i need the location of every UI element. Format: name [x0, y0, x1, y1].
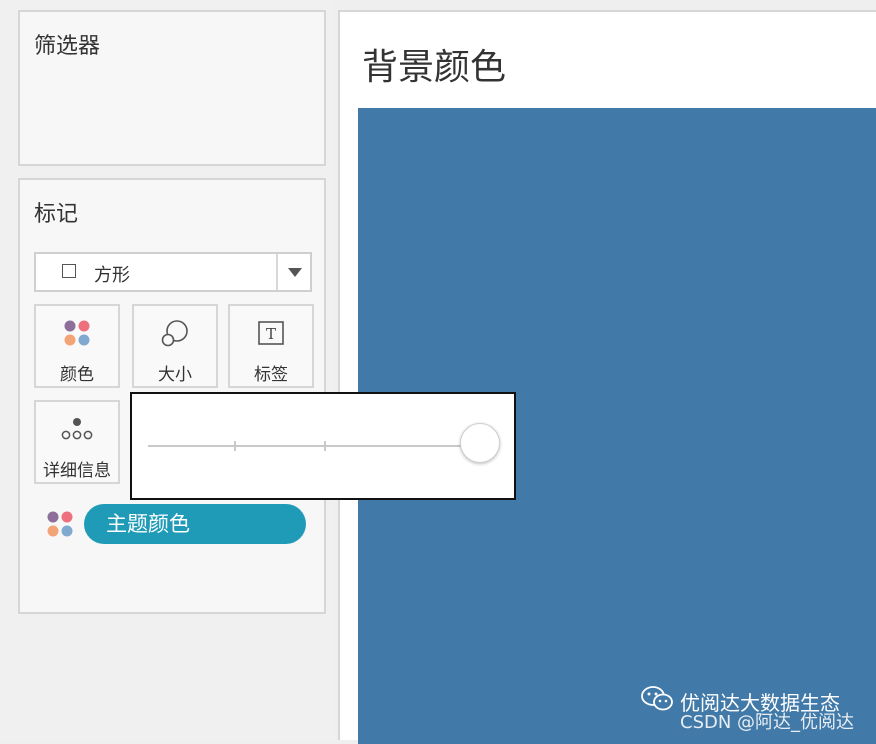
- wechat-icon: [640, 684, 674, 719]
- label-button-label: 标签: [254, 365, 288, 385]
- theme-color-pill[interactable]: 主题颜色: [84, 504, 306, 544]
- color-button-label: 颜色: [60, 365, 94, 385]
- detail-button[interactable]: 详细信息: [34, 400, 120, 484]
- svg-text:T: T: [266, 325, 276, 343]
- watermark-sub-text: CSDN @阿达_优阅达: [680, 712, 855, 733]
- worksheet-view: 背景颜色: [338, 10, 876, 744]
- color-dots-icon: [36, 318, 118, 348]
- filters-card[interactable]: 筛选器: [18, 10, 326, 166]
- detail-dots-icon: [36, 414, 118, 444]
- detail-button-label: 详细信息: [43, 461, 111, 481]
- marks-title: 标记: [34, 202, 79, 227]
- filters-title: 筛选器: [34, 34, 101, 59]
- color-button[interactable]: 颜色: [34, 304, 120, 388]
- color-field-row: 主题颜色: [46, 504, 310, 544]
- square-icon: [62, 264, 76, 278]
- size-slider-thumb[interactable]: [460, 423, 500, 463]
- slider-tick: [324, 441, 326, 451]
- left-shelf-panel: 筛选器 标记 方形 颜色 大小 T 标签 详细信息 主题颜色: [0, 0, 334, 740]
- size-slider-popup: [130, 392, 516, 500]
- size-button[interactable]: 大小: [132, 304, 218, 388]
- size-slider-track[interactable]: [148, 445, 468, 447]
- text-label-icon: T: [230, 318, 312, 348]
- sheet-title: 背景颜色: [362, 47, 507, 88]
- chevron-down-icon[interactable]: [288, 268, 302, 277]
- slider-tick: [234, 441, 236, 451]
- label-button[interactable]: T 标签: [228, 304, 314, 388]
- color-dots-icon: [46, 510, 74, 542]
- dropdown-divider: [276, 254, 278, 290]
- mark-type-dropdown[interactable]: 方形: [34, 252, 312, 292]
- mark-type-label: 方形: [94, 265, 130, 286]
- size-circles-icon: [134, 318, 216, 348]
- size-button-label: 大小: [158, 365, 192, 385]
